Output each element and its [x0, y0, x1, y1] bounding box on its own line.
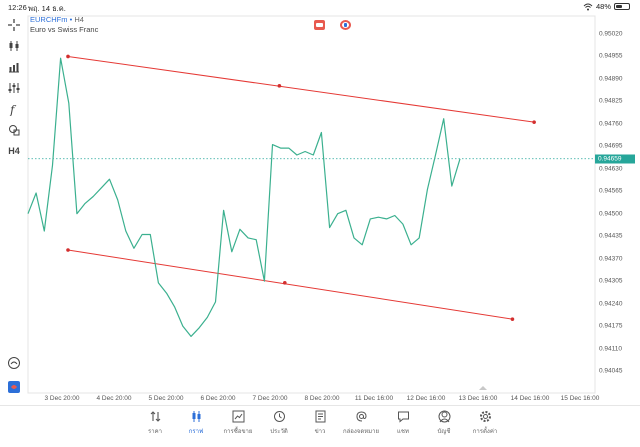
- news-icon: [315, 410, 325, 423]
- timeframe-label[interactable]: H4: [6, 143, 22, 159]
- price-line-series: [27, 57, 461, 337]
- instrument-description: Euro vs Swiss Franc: [30, 25, 99, 34]
- price-tick-label: 0.94760: [599, 120, 623, 128]
- tab-chart[interactable]: กราฟ: [175, 410, 217, 436]
- price-tick-label: 0.94565: [599, 187, 623, 195]
- tab-settings[interactable]: การตั้งค่า: [464, 410, 506, 436]
- time-tick-label: 15 Dec 16:00: [560, 395, 600, 402]
- price-tick-label: 0.95020: [599, 30, 623, 38]
- current-price-label: 0.94659: [595, 154, 635, 164]
- trendline-1[interactable]: [67, 55, 535, 123]
- tab-trade[interactable]: การซื้อขาย: [217, 410, 259, 436]
- instrument-separator: •: [69, 15, 73, 24]
- trendline-anchor[interactable]: [532, 120, 536, 124]
- tab-quotes[interactable]: ราคา: [134, 410, 176, 436]
- user-icon: [438, 410, 450, 423]
- price-tick-label: 0.94500: [599, 210, 623, 218]
- instrument-symbol: EURCHFm: [30, 15, 68, 24]
- candles-icon: [192, 411, 200, 422]
- price-tick-label: 0.94435: [599, 232, 623, 240]
- instrument-header: EURCHFm • H4 Euro vs Swiss Franc: [30, 15, 98, 34]
- bar-chart-icon[interactable]: [6, 59, 22, 75]
- tab-label: ประวัติ: [270, 429, 288, 435]
- tab-label: แชท: [397, 429, 409, 435]
- time-tick-label: 11 Dec 16:00: [354, 395, 394, 402]
- price-chart[interactable]: [0, 0, 640, 447]
- tab-news[interactable]: ข่าว: [299, 410, 341, 436]
- price-tick-label: 0.94305: [599, 277, 623, 285]
- trendline-anchor[interactable]: [66, 54, 70, 59]
- shapes-icon[interactable]: [6, 122, 22, 138]
- time-tick-label: 7 Dec 20:00: [252, 395, 288, 402]
- trendline-2[interactable]: [67, 249, 513, 320]
- tab-label: บัญชี: [437, 429, 451, 435]
- price-tick-label: 0.94890: [599, 75, 623, 83]
- trendline-anchor[interactable]: [283, 281, 287, 285]
- time-tick-label: 6 Dec 20:00: [200, 395, 236, 402]
- trendline-anchor[interactable]: [510, 317, 515, 321]
- price-tick-label: 0.94955: [599, 52, 623, 60]
- settings-sliders-icon[interactable]: [6, 80, 22, 96]
- crosshair-icon[interactable]: [6, 17, 22, 33]
- svg-text:f: f: [9, 103, 17, 116]
- time-tick-label: 13 Dec 16:00: [458, 395, 498, 402]
- price-tick-label: 0.94825: [599, 97, 623, 105]
- indicators-icon[interactable]: [6, 38, 22, 54]
- time-tick-label: 4 Dec 20:00: [96, 395, 132, 402]
- scroll-marker-icon[interactable]: [478, 385, 488, 391]
- at-icon: [355, 411, 367, 422]
- depth-of-market-icon[interactable]: [340, 20, 351, 30]
- time-tick-label: 3 Dec 20:00: [44, 395, 80, 402]
- gear-icon: [479, 411, 491, 422]
- trendline-anchor[interactable]: [277, 84, 282, 88]
- instrument-symbol-row[interactable]: EURCHFm • H4: [30, 15, 98, 24]
- tab-history[interactable]: ประวัติ: [258, 410, 300, 436]
- tab-accounts[interactable]: บัญชี: [423, 410, 465, 436]
- time-tick-label: 12 Dec 16:00: [406, 395, 446, 402]
- price-tick-label: 0.94045: [599, 367, 623, 375]
- trend-icon: [232, 410, 244, 423]
- time-tick-label: 8 Dec 20:00: [304, 395, 340, 402]
- clock-icon: [273, 411, 285, 422]
- bottom-tab-bar: ราคา กราฟ การซื้อขาย ประวัติ ข่าว กล่องจดหมาย…: [0, 405, 640, 447]
- buy-sell-panel-icon[interactable]: [314, 20, 325, 30]
- logo-icon[interactable]: [6, 379, 22, 395]
- price-tick-label: 0.94110: [599, 345, 623, 353]
- time-tick-label: 14 Dec 16:00: [510, 395, 550, 402]
- price-tick-label: 0.94630: [599, 165, 623, 173]
- left-toolbar: f H4: [0, 13, 28, 399]
- tab-label: กราฟ: [188, 429, 204, 435]
- price-tick-label: 0.94695: [599, 142, 623, 150]
- price-tick-label: 0.94370: [599, 255, 623, 263]
- price-tick-label: 0.94175: [599, 322, 623, 330]
- time-tick-label: 5 Dec 20:00: [148, 395, 184, 402]
- price-axis[interactable]: 0.95020 0.94955 0.94890 0.94825 0.94760 0.946…: [595, 16, 640, 399]
- tab-chat[interactable]: แชท: [382, 410, 424, 436]
- trendline-anchor[interactable]: [66, 248, 70, 252]
- arrows-updown-icon: [150, 411, 160, 422]
- tab-label: การซื้อขาย: [223, 429, 253, 435]
- chat-icon: [397, 411, 409, 423]
- tab-label: กล่องจดหมาย: [342, 429, 380, 435]
- tab-label: การตั้งค่า: [472, 429, 498, 435]
- chart-frame: [27, 15, 596, 394]
- price-tick-label: 0.94240: [599, 300, 623, 308]
- time-axis[interactable]: 3 Dec 20:00 4 Dec 20:00 5 Dec 20:00 6 Dec 2…: [28, 386, 599, 405]
- function-icon[interactable]: f: [6, 101, 22, 117]
- bug-icon[interactable]: [6, 355, 22, 371]
- instrument-timeframe: H4: [74, 15, 84, 24]
- app-screen: 12:26 พฤ. 14 ธ.ค. 48% EURCHFm • H4 Euro …: [0, 0, 640, 447]
- tab-label: ราคา: [148, 429, 162, 435]
- tab-label: ข่าว: [314, 429, 326, 435]
- tab-mailbox[interactable]: กล่องจดหมาย: [340, 410, 382, 436]
